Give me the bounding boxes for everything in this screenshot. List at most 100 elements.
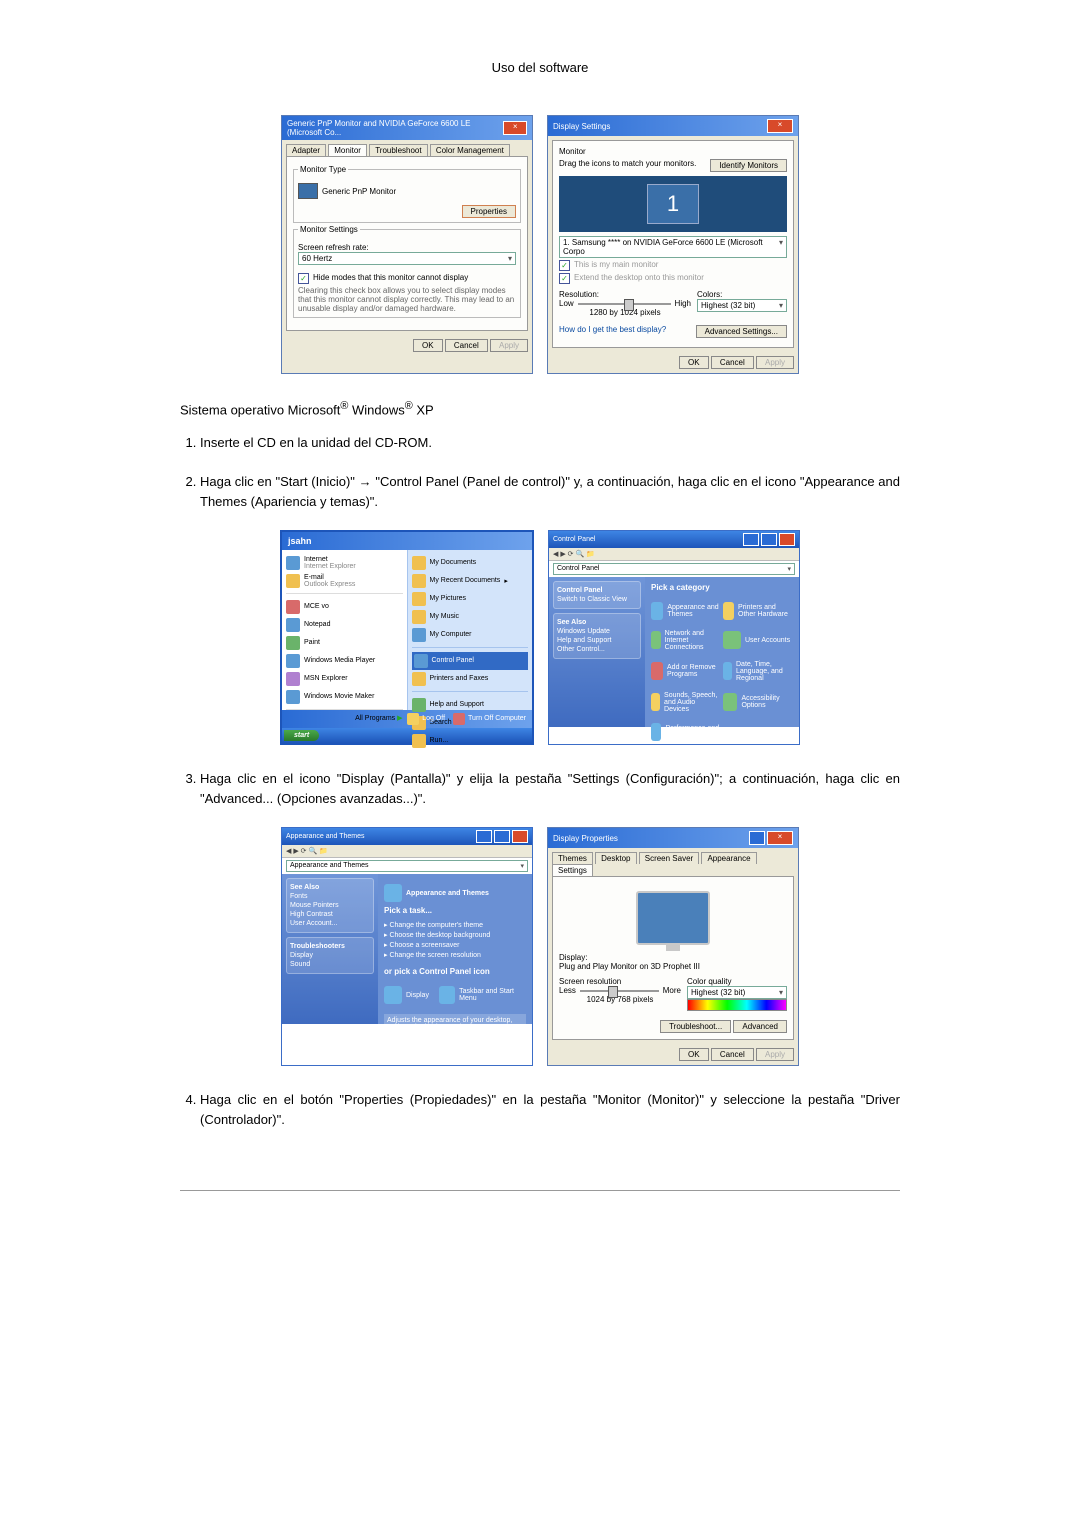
sidebar-link[interactable]: Mouse Pointers	[290, 902, 370, 909]
tab-desktop[interactable]: Desktop	[595, 852, 636, 864]
apply-button[interactable]: Apply	[756, 356, 794, 369]
start-item[interactable]: MCE vo	[286, 598, 403, 616]
start-item[interactable]: Windows Media Player	[286, 652, 403, 670]
advanced-settings-button[interactable]: Advanced Settings...	[696, 325, 787, 338]
address-bar[interactable]: Appearance and Themes	[286, 860, 528, 872]
task-link[interactable]: ▸ Change the screen resolution	[384, 951, 526, 959]
apply-button[interactable]: Apply	[490, 339, 528, 352]
sidebar-link[interactable]: Help and Support	[557, 637, 637, 644]
tab-screensaver[interactable]: Screen Saver	[639, 852, 699, 864]
toolbar-nav[interactable]: ◀ ▶ ⟳ 🔍 📁	[553, 551, 595, 558]
task-link[interactable]: ▸ Choose the desktop background	[384, 931, 526, 939]
start-item-help[interactable]: Help and Support	[412, 696, 529, 714]
ok-button[interactable]: OK	[413, 339, 443, 352]
sidebar-link[interactable]: User Account...	[290, 920, 370, 927]
tab-monitor[interactable]: Monitor	[328, 144, 367, 156]
color-quality-select[interactable]: Highest (32 bit)	[687, 986, 787, 999]
start-item[interactable]: Paint	[286, 634, 403, 652]
dialog-title: Generic PnP Monitor and NVIDIA GeForce 6…	[287, 119, 503, 137]
tab-color-management[interactable]: Color Management	[430, 144, 510, 156]
sidebar-link[interactable]: High Contrast	[290, 911, 370, 918]
hide-modes-checkbox[interactable]: ✓	[298, 273, 309, 284]
step-3: Haga clic en el icono "Display (Pantalla…	[200, 769, 900, 809]
apply-button[interactable]: Apply	[756, 1048, 794, 1061]
sidebar-link[interactable]: Other Control...	[557, 646, 637, 653]
ok-button[interactable]: OK	[679, 356, 709, 369]
properties-button[interactable]: Properties	[462, 205, 516, 218]
category-sounds[interactable]: Sounds, Speech, and Audio Devices	[651, 692, 721, 713]
tab-themes[interactable]: Themes	[552, 852, 593, 864]
start-item-my-music[interactable]: My Music	[412, 608, 529, 626]
start-item[interactable]: MSN Explorer	[286, 670, 403, 688]
resolution-slider[interactable]: Low High	[559, 299, 691, 308]
start-item-email[interactable]: E-mailOutlook Express	[286, 572, 403, 590]
category-printers[interactable]: Printers and Other Hardware	[723, 602, 793, 620]
drag-icons-text: Drag the icons to match your monitors.	[559, 159, 696, 172]
sidebar-link[interactable]: Sound	[290, 961, 370, 968]
resolution-slider[interactable]: Less More	[559, 986, 681, 995]
sidebar-link[interactable]: Fonts	[290, 893, 370, 900]
start-item-run[interactable]: Run...	[412, 732, 529, 750]
turnoff-button[interactable]: Turn Off Computer	[453, 713, 526, 725]
switch-view-link[interactable]: Switch to Classic View	[557, 596, 637, 603]
identify-monitors-button[interactable]: Identify Monitors	[710, 159, 787, 172]
start-item-control-panel[interactable]: Control Panel	[412, 652, 529, 670]
troubleshoot-button[interactable]: Troubleshoot...	[660, 1020, 731, 1033]
maximize-icon[interactable]	[494, 830, 510, 843]
cancel-button[interactable]: Cancel	[445, 339, 488, 352]
monitor-1-icon[interactable]: 1	[647, 184, 699, 224]
category-users[interactable]: User Accounts	[723, 630, 793, 651]
display-select[interactable]: 1. Samsung **** on NVIDIA GeForce 6600 L…	[559, 236, 787, 258]
category-performance[interactable]: Performance and Maintenance	[651, 723, 721, 741]
start-item-printers[interactable]: Printers and Faxes	[412, 670, 529, 688]
ok-button[interactable]: OK	[679, 1048, 709, 1061]
start-item-internet[interactable]: InternetInternet Explorer	[286, 554, 403, 572]
help-icon[interactable]	[749, 831, 765, 845]
maximize-icon[interactable]	[761, 533, 777, 546]
close-icon[interactable]: ×	[503, 121, 527, 135]
cancel-button[interactable]: Cancel	[711, 356, 754, 369]
start-item-my-computer[interactable]: My Computer	[412, 626, 529, 644]
cancel-button[interactable]: Cancel	[711, 1048, 754, 1061]
start-item-my-recent[interactable]: My Recent Documents ▸	[412, 572, 529, 590]
category-date-time[interactable]: Date, Time, Language, and Regional	[723, 661, 793, 682]
start-item-my-documents[interactable]: My Documents	[412, 554, 529, 572]
tab-settings[interactable]: Settings	[552, 864, 593, 876]
category-network[interactable]: Network and Internet Connections	[651, 630, 721, 651]
close-icon[interactable]: ×	[767, 831, 793, 845]
address-bar[interactable]: Control Panel	[553, 563, 795, 575]
toolbar-nav[interactable]: ◀ ▶ ⟳ 🔍 📁	[286, 848, 328, 855]
all-programs[interactable]: All Programs ▶	[286, 714, 403, 722]
minimize-icon[interactable]	[743, 533, 759, 546]
close-icon[interactable]: ×	[767, 119, 793, 133]
minimize-icon[interactable]	[476, 830, 492, 843]
task-link[interactable]: ▸ Change the computer's theme	[384, 921, 526, 929]
icon-display[interactable]: Display	[384, 986, 429, 1004]
dialog-title: Display Properties	[553, 834, 618, 843]
best-display-link[interactable]: How do I get the best display?	[559, 325, 666, 338]
start-button[interactable]: start	[284, 730, 319, 741]
advanced-button[interactable]: Advanced	[733, 1020, 787, 1033]
start-menu-left: InternetInternet Explorer E-mailOutlook …	[282, 550, 407, 710]
os-line-suffix: XP	[413, 402, 434, 417]
logoff-button[interactable]: Log Off	[407, 713, 445, 725]
category-add-remove[interactable]: Add or Remove Programs	[651, 661, 721, 682]
tab-troubleshoot[interactable]: Troubleshoot	[369, 144, 427, 156]
close-icon[interactable]	[779, 533, 795, 546]
sidebar-link[interactable]: Windows Update	[557, 628, 637, 635]
colors-select[interactable]: Highest (32 bit)	[697, 299, 787, 312]
icon-taskbar[interactable]: Taskbar and Start Menu	[439, 986, 526, 1004]
task-link[interactable]: ▸ Choose a screensaver	[384, 941, 526, 949]
close-icon[interactable]	[512, 830, 528, 843]
refresh-rate-select[interactable]: 60 Hertz	[298, 252, 516, 265]
start-item-my-pictures[interactable]: My Pictures	[412, 590, 529, 608]
sidebar-link[interactable]: Display	[290, 952, 370, 959]
start-item[interactable]: Windows Movie Maker	[286, 688, 403, 706]
display-preview	[559, 883, 787, 953]
category-accessibility[interactable]: Accessibility Options	[723, 692, 793, 713]
start-item[interactable]: Notepad	[286, 616, 403, 634]
category-appearance[interactable]: Appearance and Themes	[651, 602, 721, 620]
tab-appearance[interactable]: Appearance	[701, 852, 756, 864]
colors-label: Colors:	[697, 290, 787, 299]
tab-adapter[interactable]: Adapter	[286, 144, 326, 156]
